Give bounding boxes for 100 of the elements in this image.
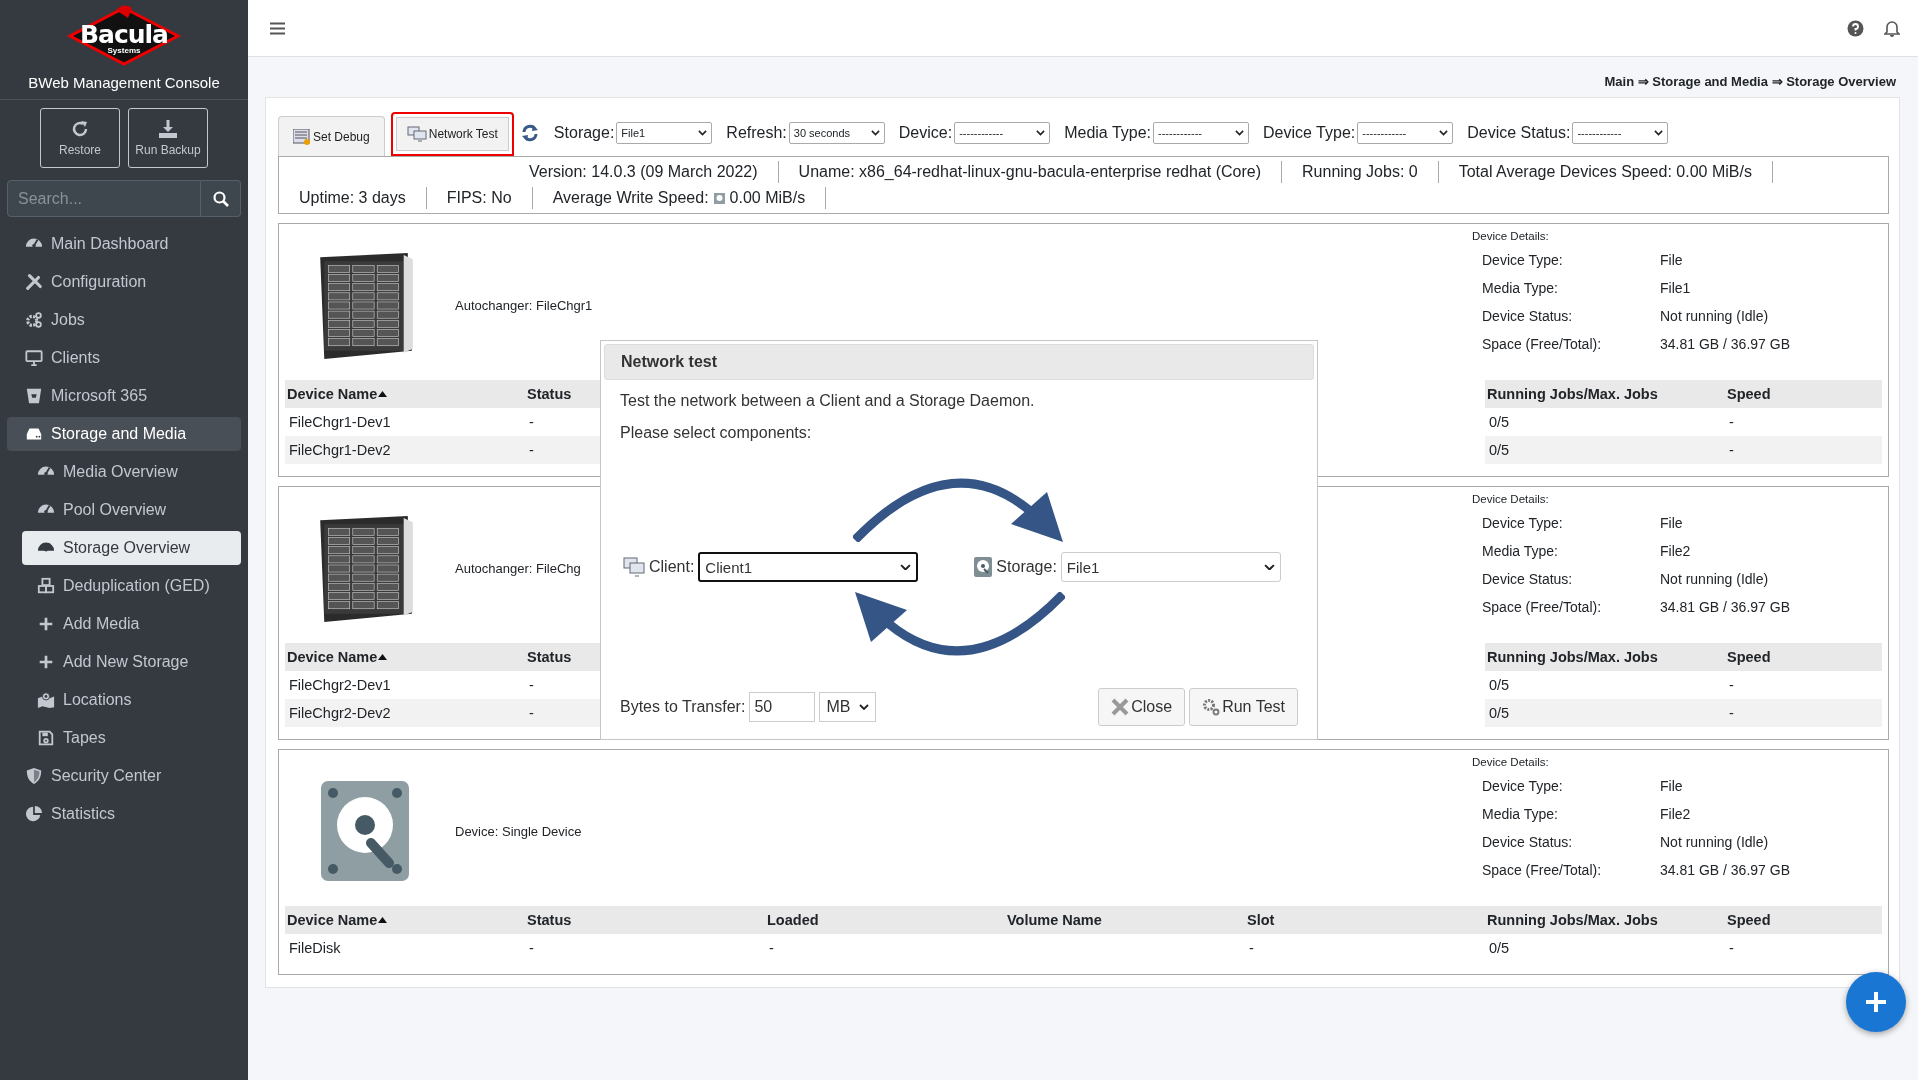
filter-dropdown[interactable]: ------------ [1357, 122, 1454, 144]
gears-icon [25, 311, 43, 329]
column-header[interactable]: Running Jobs/Max. Jobs [1485, 380, 1725, 408]
caret-icon [870, 130, 880, 136]
details-title: Device Details: [1472, 230, 1550, 242]
filter-dropdown[interactable]: 30 seconds [788, 122, 885, 144]
search-field[interactable]: Search... [7, 180, 201, 217]
detail-value: File1 [1660, 280, 1692, 296]
column-header[interactable]: Speed [1725, 643, 1882, 671]
caret-icon [859, 704, 870, 710]
filter-dropdown[interactable]: ------------ [1572, 122, 1669, 144]
detail-label: Space (Free/Total): [1482, 336, 1603, 352]
restore-button[interactable]: Restore [40, 108, 120, 168]
filter-dropdown[interactable]: File1 [616, 122, 713, 144]
nav-item[interactable]: Configuration [7, 265, 241, 299]
table-cell: - [1729, 677, 1734, 693]
nav-item[interactable]: Main Dashboard [7, 227, 241, 261]
bell-icon[interactable] [1884, 19, 1900, 37]
table-cell: FileChgr1-Dev2 [289, 442, 391, 458]
run-test-button[interactable]: Run Test [1189, 688, 1298, 726]
dialog-text: Please select components: [620, 424, 813, 442]
nav-item[interactable]: Clients [7, 341, 241, 375]
caret-icon [900, 563, 912, 571]
client-select[interactable]: Client1 [698, 552, 919, 582]
filter-label: Media Type: [1064, 124, 1152, 142]
nav-item[interactable]: Pool Overview [22, 493, 241, 527]
toolbar-tab[interactable]: Network Test [390, 112, 514, 156]
table-cell: 0/5 [1489, 705, 1510, 721]
backup-button[interactable]: Run Backup [128, 108, 208, 168]
bucket-icon [25, 387, 43, 405]
nav-item[interactable]: Microsoft 365 [7, 379, 241, 413]
client-label: Client: [649, 558, 695, 576]
nav-item[interactable]: Media Overview [22, 455, 241, 489]
detail-value: File2 [1660, 543, 1692, 559]
column-header[interactable]: Speed [1725, 906, 1882, 934]
menu-icon[interactable] [270, 21, 285, 35]
nav-item[interactable]: Jobs [7, 303, 241, 337]
help-icon[interactable] [1847, 19, 1864, 37]
detail-label: Media Type: [1482, 280, 1559, 296]
close-button[interactable]: Close [1098, 688, 1186, 726]
column-header[interactable]: Device Name [285, 380, 525, 408]
caret-icon [1263, 563, 1275, 571]
computers-icon [623, 557, 645, 577]
info-text: Uptime: 3 days [299, 189, 406, 207]
column-header[interactable]: Speed [1725, 380, 1882, 408]
nav-item[interactable]: Tapes [22, 721, 241, 755]
toolbar-tab[interactable]: Set Debug [278, 116, 385, 156]
column-header[interactable]: Volume Name [1005, 906, 1245, 934]
info-label: Average Write Speed: [552, 189, 709, 207]
info-text: Running Jobs: 0 [1302, 163, 1418, 181]
nav-item[interactable]: Statistics [7, 797, 241, 831]
nav-item[interactable]: Deduplication (GED) [22, 569, 241, 603]
monitor-icon [25, 349, 43, 367]
filter-label: Device Status: [1467, 124, 1571, 142]
nav-item[interactable]: Add New Storage [22, 645, 241, 679]
column-header[interactable]: Running Jobs/Max. Jobs [1485, 643, 1725, 671]
column-header[interactable]: Status [525, 906, 765, 934]
caret-icon [1036, 130, 1046, 136]
unit-select[interactable]: MB [819, 692, 877, 722]
add-button[interactable] [1846, 972, 1906, 1032]
table-cell: FileChgr2-Dev2 [289, 705, 391, 721]
detail-label: Media Type: [1482, 806, 1559, 822]
filter-dropdown[interactable]: ------------ [954, 122, 1051, 144]
table-cell: - [1729, 442, 1734, 458]
bytes-field[interactable]: 50 [749, 692, 816, 722]
column-header[interactable]: Slot [1245, 906, 1485, 934]
column-header[interactable]: Loaded [765, 906, 1005, 934]
device-label: Autochanger: FileChg [455, 560, 581, 576]
storage-select[interactable]: File1 [1060, 552, 1281, 582]
table-cell: - [529, 705, 534, 721]
sort-up-icon [378, 917, 388, 923]
caret-icon [1439, 130, 1449, 136]
plus-icon [37, 653, 55, 671]
nav-item[interactable]: Storage Overview [22, 531, 241, 565]
table-cell: - [1249, 940, 1254, 956]
filter-dropdown[interactable]: ------------ [1153, 122, 1250, 144]
nav-item[interactable]: Locations [22, 683, 241, 717]
detail-value: 34.81 GB / 36.97 GB [1660, 599, 1791, 615]
column-header[interactable]: Running Jobs/Max. Jobs [1485, 906, 1725, 934]
nav-item[interactable]: Storage and Media [7, 417, 241, 451]
info-text: Total Average Devices Speed: 0.00 MiB/s [1458, 163, 1752, 181]
list-icon [293, 128, 311, 145]
column-header[interactable]: Device Name [285, 643, 525, 671]
disk-icon [713, 192, 725, 204]
detail-label: Space (Free/Total): [1482, 862, 1603, 878]
search-button[interactable] [201, 180, 241, 217]
table-cell: 0/5 [1489, 442, 1510, 458]
column-header[interactable]: Device Name [285, 906, 525, 934]
nav-item[interactable]: Add Media [22, 607, 241, 641]
filter-label: Refresh: [726, 124, 787, 142]
computers-icon [406, 126, 427, 142]
table-cell: FileDisk [289, 940, 341, 956]
shield-icon [25, 767, 43, 785]
plus-icon [37, 615, 55, 633]
table-cell: - [529, 442, 534, 458]
info-text: FIPS: No [446, 189, 512, 207]
logo: Bacula Systems [66, 4, 182, 66]
tools-icon [25, 273, 43, 291]
nav-item[interactable]: Security Center [7, 759, 241, 793]
detail-value: File [1660, 778, 1684, 794]
